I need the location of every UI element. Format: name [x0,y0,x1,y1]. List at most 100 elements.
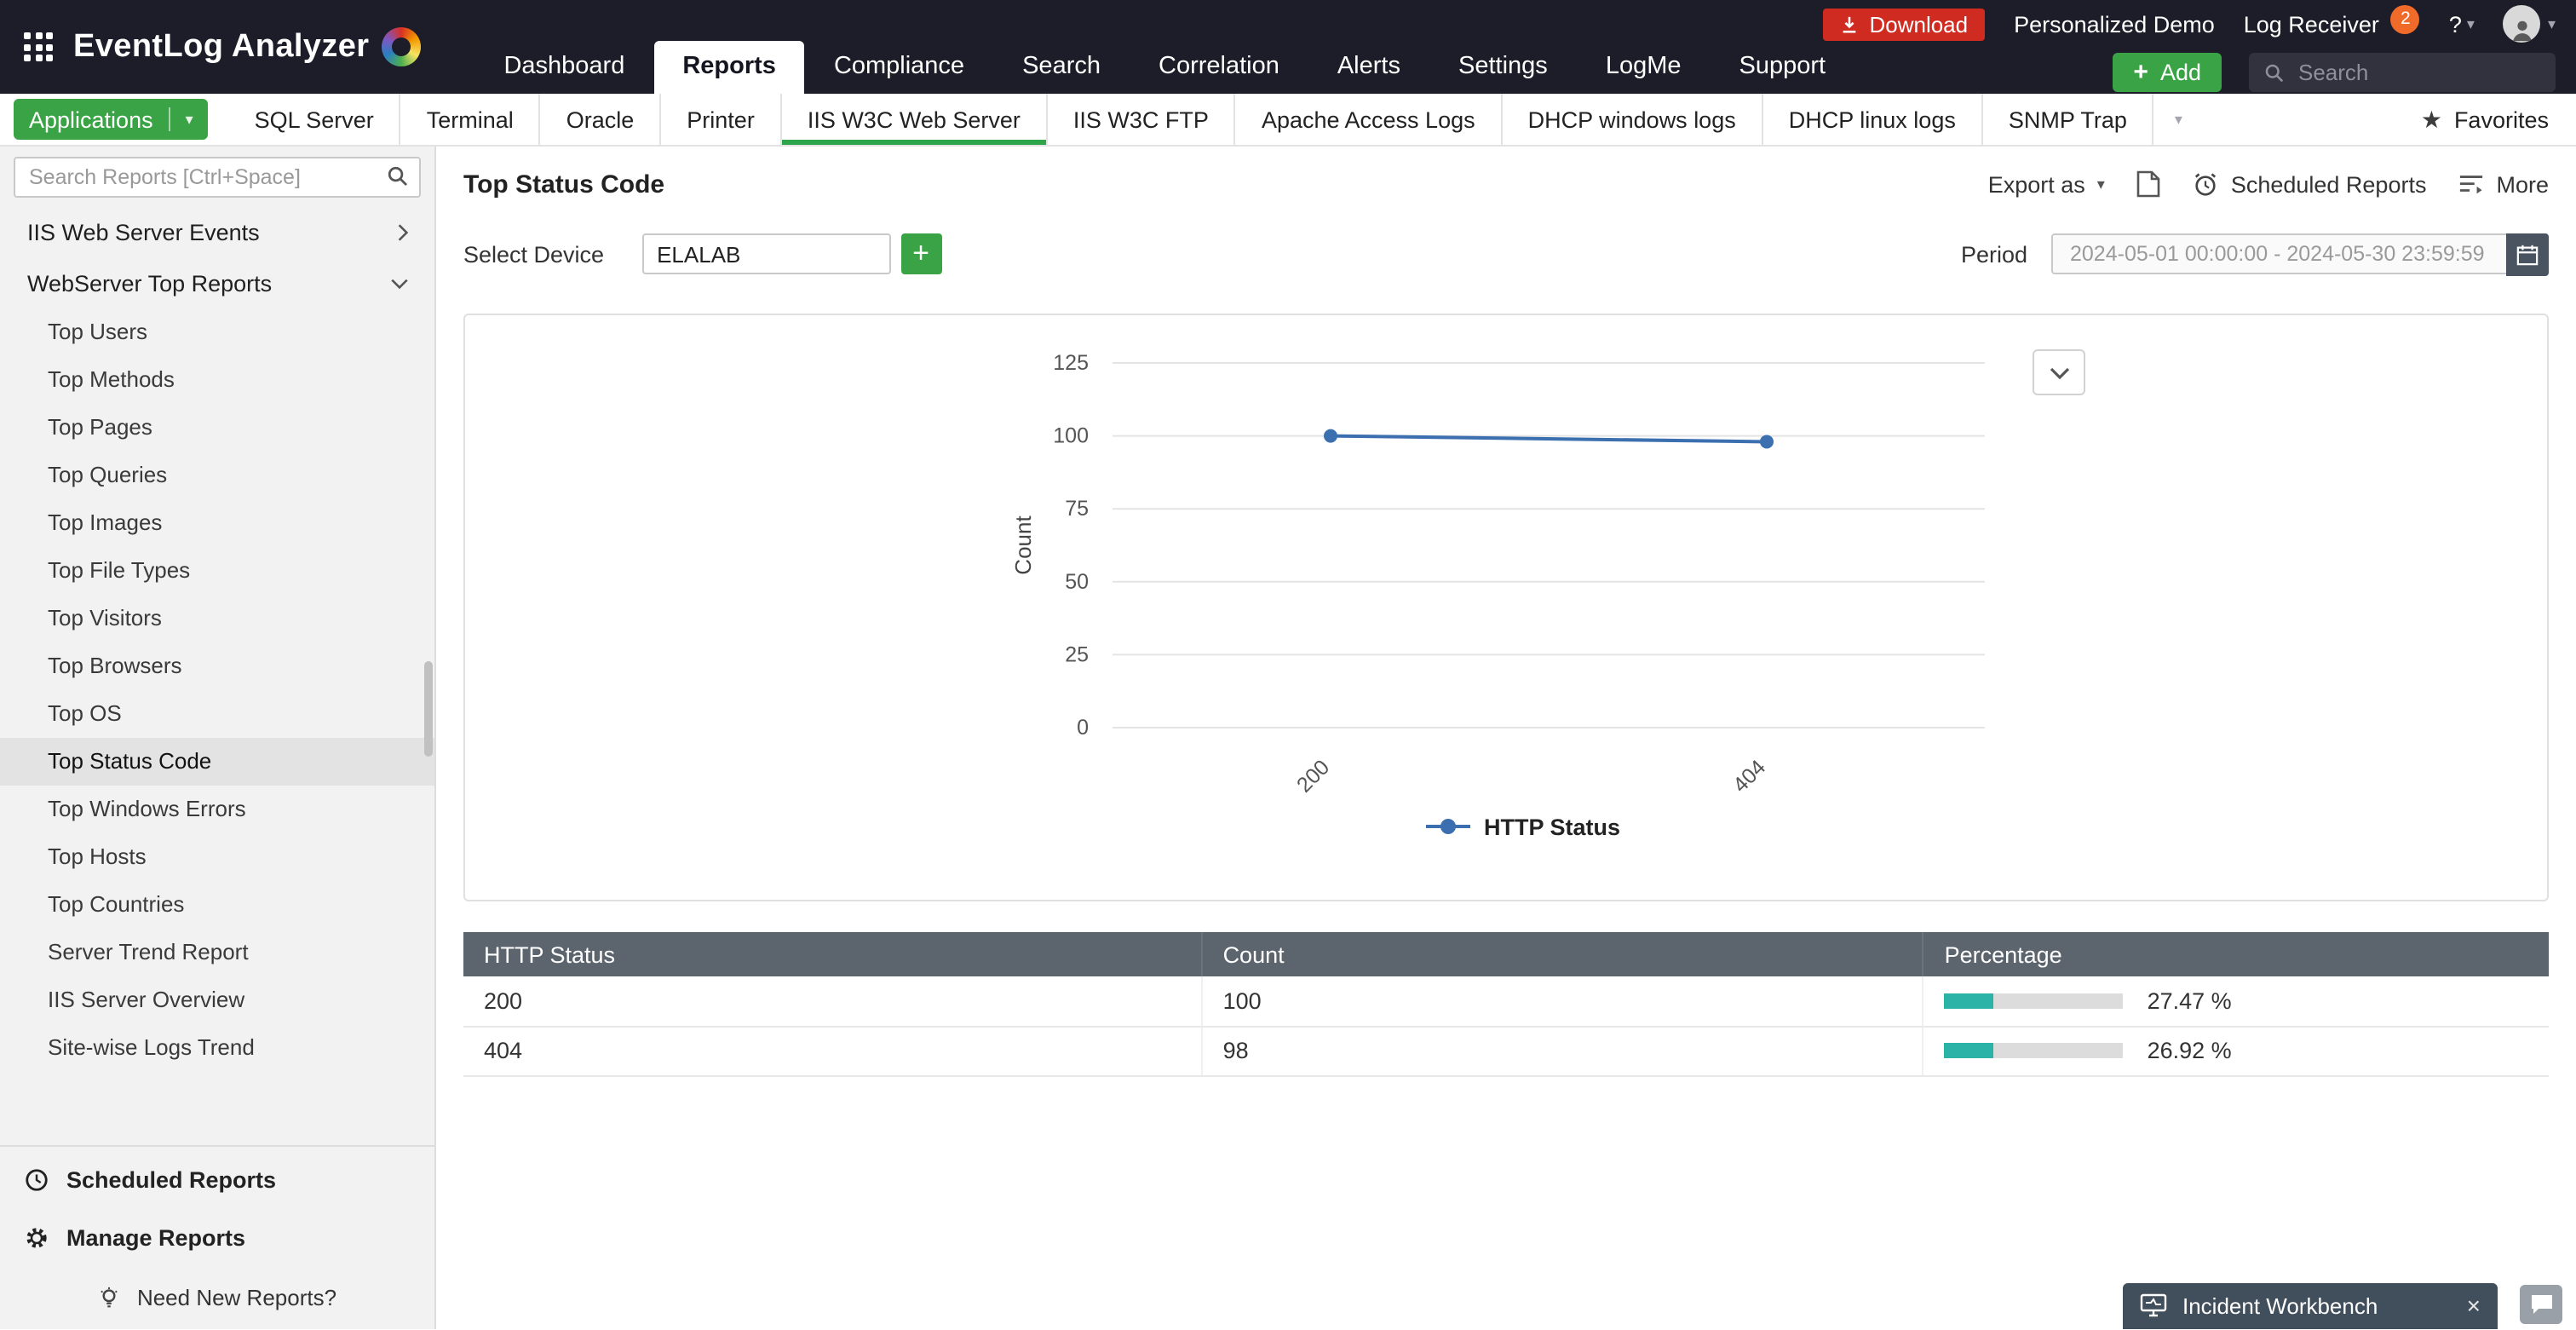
favorites-label: Favorites [2454,107,2549,132]
incident-workbench-label[interactable]: Incident Workbench [2182,1293,2452,1318]
sidebar-item-top-hosts[interactable]: Top Hosts [0,833,434,881]
calendar-button[interactable] [2506,233,2549,276]
chart-collapse-button[interactable] [2033,349,2085,395]
export-schedule-button[interactable] [2137,170,2161,198]
cell-percentage: 26.92 % [1923,1026,2549,1075]
apps-grid-icon[interactable] [24,32,53,61]
more-button[interactable]: More [2458,171,2549,197]
nav-reports[interactable]: Reports [653,41,805,94]
chevron-down-icon: ▾ [2467,14,2475,33]
nav-alerts[interactable]: Alerts [1308,41,1429,94]
add-button[interactable]: + Add [2113,53,2222,92]
page-title: Top Status Code [463,170,664,199]
user-menu[interactable]: ▾ [2504,5,2556,43]
scheduled-reports-button[interactable]: Scheduled Reports [2194,171,2427,197]
tab-terminal[interactable]: Terminal [400,94,539,145]
header-count: Count [1202,932,1923,976]
export-as-dropdown[interactable]: Export as ▾ [1988,171,2105,197]
topbar-utility-row: Download Personalized Demo Log Receiver … [1823,5,2556,43]
nav-dashboard[interactable]: Dashboard [474,41,653,94]
table-row[interactable]: 200 100 27.47 % [463,976,2549,1026]
chevron-down-icon: ▾ [2175,110,2182,129]
tab-snmp-trap[interactable]: SNMP Trap [1981,94,2153,145]
need-new-reports-link[interactable]: Need New Reports? [0,1267,434,1328]
sidebar-item-top-os[interactable]: Top OS [0,690,434,738]
device-value: ELALAB [657,241,740,267]
svg-text:Count: Count [1010,515,1036,575]
tab-iis-w3c-ftp[interactable]: IIS W3C FTP [1046,94,1234,145]
log-receiver-link[interactable]: Log Receiver [2244,11,2379,37]
need-new-reports-label: Need New Reports? [137,1285,336,1310]
report-search-input[interactable] [14,157,421,198]
tab-apache-access-logs[interactable]: Apache Access Logs [1234,94,1501,145]
nav-search[interactable]: Search [993,41,1130,94]
sidebar-item-top-countries[interactable]: Top Countries [0,881,434,929]
tab-iis-w3c-web-server[interactable]: IIS W3C Web Server [780,94,1046,145]
add-device-button[interactable]: + [900,233,941,274]
group-iis-web-server-events[interactable]: IIS Web Server Events [0,206,434,257]
notification-badge[interactable]: 2 [2391,4,2420,33]
plus-icon: + [2133,58,2148,87]
star-icon: ★ [2421,105,2442,134]
manage-reports-link[interactable]: Manage Reports [0,1209,434,1267]
sidebar-item-top-users[interactable]: Top Users [0,308,434,356]
topbar: EventLog Analyzer Dashboard Reports Comp… [0,0,2576,94]
sidebar-footer: Scheduled Reports Manage Reports [0,1144,434,1267]
scheduled-reports-label: Scheduled Reports [66,1167,276,1193]
tab-dhcp-windows-logs[interactable]: DHCP windows logs [1501,94,1762,145]
tabs-overflow-button[interactable]: ▾ [2153,94,2203,145]
svg-text:HTTP Status: HTTP Status [1484,815,1620,840]
sidebar-item-top-images[interactable]: Top Images [0,499,434,547]
svg-text:75: 75 [1065,497,1089,521]
sidebar-item-top-browsers[interactable]: Top Browsers [0,642,434,690]
chevron-down-icon [390,277,409,289]
alarm-clock-icon [2194,171,2219,197]
sidebar-item-top-windows-errors[interactable]: Top Windows Errors [0,786,434,833]
group-webserver-top-reports[interactable]: WebServer Top Reports [0,257,434,308]
nav-settings[interactable]: Settings [1429,41,1577,94]
report-list: Top Users Top Methods Top Pages Top Quer… [0,308,434,1072]
report-search [14,157,421,198]
chat-feedback-button[interactable] [2520,1284,2562,1323]
close-icon[interactable]: × [2467,1292,2481,1319]
chevron-down-icon [2049,366,2069,379]
help-menu[interactable]: ? ▾ [2449,11,2475,37]
download-icon [1840,14,1859,33]
table-header-row: HTTP Status Count Percentage [463,932,2549,976]
nav-correlation[interactable]: Correlation [1130,41,1308,94]
tab-oracle[interactable]: Oracle [539,94,660,145]
group-label: WebServer Top Reports [27,270,272,296]
sidebar-item-top-queries[interactable]: Top Queries [0,452,434,499]
favorites-button[interactable]: ★ Favorites [2421,105,2549,134]
sidebar-item-server-trend-report[interactable]: Server Trend Report [0,929,434,976]
sidebar-item-top-status-code[interactable]: Top Status Code [0,738,434,786]
sidebar-item-top-file-types[interactable]: Top File Types [0,547,434,595]
tab-dhcp-linux-logs[interactable]: DHCP linux logs [1762,94,1981,145]
download-button[interactable]: Download [1823,8,1985,40]
sidebar-item-top-methods[interactable]: Top Methods [0,356,434,404]
sidebar-item-top-visitors[interactable]: Top Visitors [0,595,434,642]
scheduled-reports-link[interactable]: Scheduled Reports [0,1151,434,1209]
sidebar-item-site-wise-logs-trend[interactable]: Site-wise Logs Trend [0,1024,434,1072]
personalized-demo-link[interactable]: Personalized Demo [2014,11,2215,37]
global-search-input[interactable]: Search [2249,53,2556,92]
sidebar-item-top-pages[interactable]: Top Pages [0,404,434,452]
period-input[interactable]: 2024-05-01 00:00:00 - 2024-05-30 23:59:5… [2051,233,2549,274]
incident-workbench-bar[interactable]: Incident Workbench × [2123,1282,2498,1328]
nav-compliance[interactable]: Compliance [805,41,993,94]
nav-logme[interactable]: LogMe [1577,41,1711,94]
period-label: Period [1961,241,2027,267]
applications-dropdown[interactable]: Applications ▾ [14,99,209,140]
tab-sql-server[interactable]: SQL Server [229,94,400,145]
main-header: Top Status Code Export as ▾ Scheduled Re… [463,160,2549,208]
percentage-bar-fill [1945,993,1994,1009]
status-code-table: HTTP Status Count Percentage 200 100 [463,932,2549,1076]
device-select[interactable]: ELALAB [641,233,890,274]
tab-printer[interactable]: Printer [659,94,780,145]
table-row[interactable]: 404 98 26.92 % [463,1026,2549,1075]
product-name: EventLog Analyzer [73,28,369,66]
sidebar-scrollbar[interactable] [424,661,433,757]
header-actions: Export as ▾ Scheduled Reports More [1988,170,2549,198]
export-as-label: Export as [1988,171,2085,197]
sidebar-item-iis-server-overview[interactable]: IIS Server Overview [0,976,434,1024]
